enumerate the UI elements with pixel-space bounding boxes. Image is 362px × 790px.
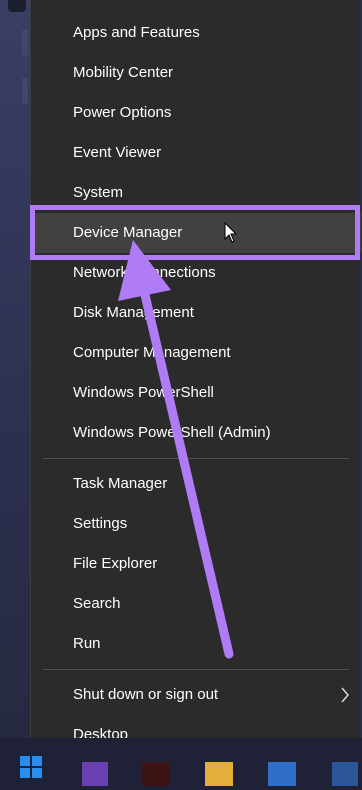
menu-item-power-options[interactable]: Power Options (31, 93, 361, 133)
menu-item-event-viewer[interactable]: Event Viewer (31, 133, 361, 173)
menu-item-disk-management[interactable]: Disk Management (31, 293, 361, 333)
menu-item-settings[interactable]: Settings (31, 504, 361, 544)
winx-context-menu: Apps and Features Mobility Center Power … (30, 0, 361, 764)
mouse-pointer-icon (224, 222, 238, 243)
menu-item-search[interactable]: Search (31, 584, 361, 624)
menu-item-mobility-center[interactable]: Mobility Center (31, 53, 361, 93)
menu-item-windows-powershell-admin[interactable]: Windows PowerShell (Admin) (31, 413, 361, 453)
background-icon (22, 78, 28, 104)
taskbar-folder-icon[interactable] (205, 762, 233, 786)
window-edge (8, 0, 26, 12)
menu-item-file-explorer[interactable]: File Explorer (31, 544, 361, 584)
taskbar-word-icon[interactable] (332, 762, 358, 786)
desktop-background-strip (0, 0, 30, 740)
menu-item-label: Shut down or sign out (73, 686, 219, 703)
menu-item-computer-management[interactable]: Computer Management (31, 333, 361, 373)
taskbar-app-icon[interactable] (268, 762, 296, 786)
windows-start-icon[interactable] (20, 756, 42, 778)
menu-item-run[interactable]: Run (31, 624, 361, 664)
menu-item-shut-down-or-sign-out[interactable]: Shut down or sign out (31, 675, 361, 715)
menu-item-windows-powershell[interactable]: Windows PowerShell (31, 373, 361, 413)
annotation-highlight-box (30, 205, 360, 260)
menu-item-task-manager[interactable]: Task Manager (31, 464, 361, 504)
taskbar-app-icon[interactable] (82, 762, 108, 786)
taskbar (0, 738, 362, 790)
background-icon (22, 30, 28, 56)
chevron-right-icon (341, 687, 349, 703)
menu-separator (43, 458, 349, 459)
menu-item-apps-and-features[interactable]: Apps and Features (31, 13, 361, 53)
taskbar-app-icon[interactable] (142, 762, 170, 786)
menu-separator (43, 669, 349, 670)
